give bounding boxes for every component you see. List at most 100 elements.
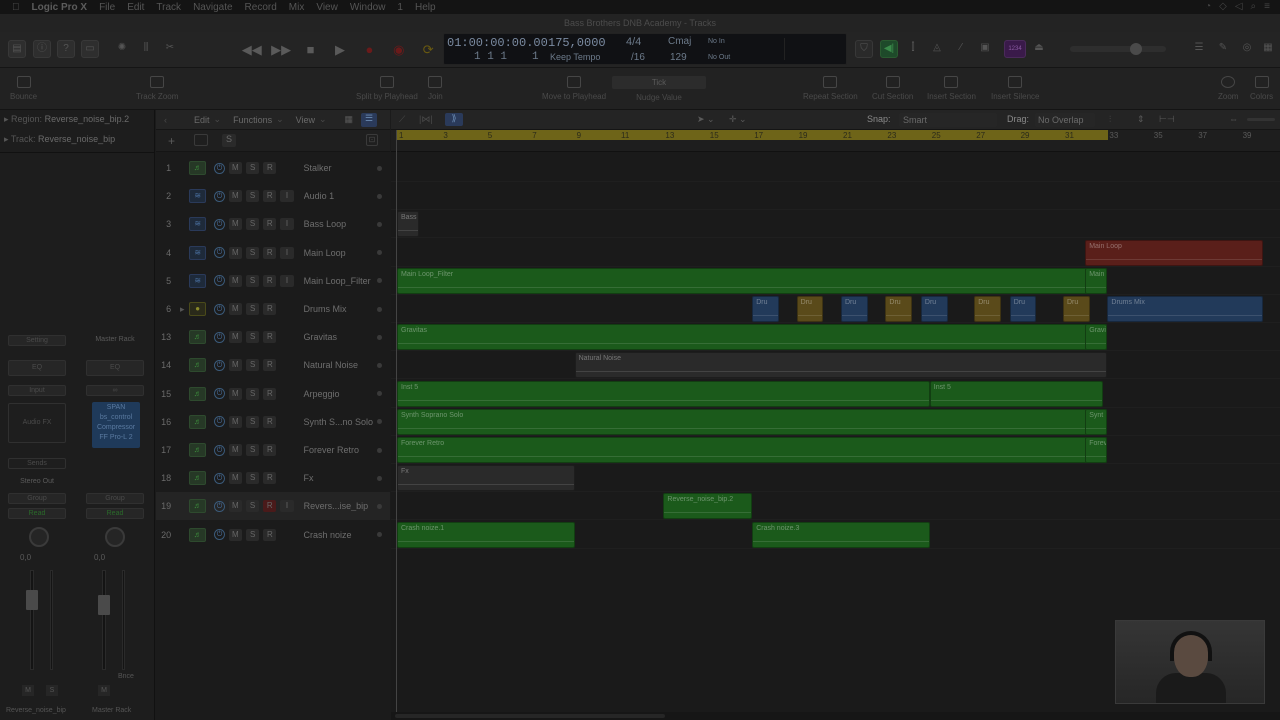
solo-button[interactable]: S: [245, 500, 260, 513]
list-view-icon[interactable]: ☰: [361, 112, 378, 127]
output-button[interactable]: Stereo Out: [8, 477, 66, 488]
record-enable-button[interactable]: R: [263, 472, 277, 485]
pan-knob[interactable]: [29, 527, 49, 547]
setting-button[interactable]: Setting: [8, 335, 66, 346]
region[interactable]: Fx: [397, 465, 575, 492]
track-power-icon[interactable]: ⏻: [214, 388, 225, 400]
master-volume-slider[interactable]: [1070, 43, 1166, 55]
metronome-tick-icon[interactable]: ⏏: [1030, 40, 1048, 58]
plugin-span[interactable]: SPAN: [92, 403, 140, 413]
global-solo-button[interactable]: S: [222, 134, 236, 147]
list-editors-icon[interactable]: ☰: [1190, 40, 1208, 58]
track-name[interactable]: Forever Retro: [303, 445, 377, 455]
solo-button[interactable]: S: [246, 162, 260, 174]
lcd-tempo[interactable]: 175,0000: [548, 36, 606, 50]
track-header[interactable]: 2 ≋ ⏻ M S R I Audio 1: [156, 182, 390, 210]
insert-section-button[interactable]: Insert Section: [927, 76, 976, 101]
mute-button[interactable]: M: [228, 444, 242, 456]
region[interactable]: Dru: [1063, 296, 1090, 322]
disclosure-triangle-icon[interactable]: ▸: [180, 304, 185, 315]
playhead[interactable]: [396, 130, 397, 720]
instrument-icon[interactable]: ♬: [189, 358, 207, 373]
track-name[interactable]: Crash noize: [303, 530, 377, 540]
drag-mode-select[interactable]: No Overlap: [1035, 113, 1095, 127]
automation-icon[interactable]: ⟋: [399, 114, 405, 125]
catch-playhead-icon[interactable]: ⟫: [445, 113, 463, 126]
menu-list-icon[interactable]: ≡: [1264, 1, 1270, 12]
inspector-icon[interactable]: ⓘ: [33, 40, 51, 58]
menu-1[interactable]: 1: [397, 2, 403, 13]
browser-icon[interactable]: ▦: [1260, 40, 1276, 58]
secondary-tool-icon[interactable]: ✛ ⌄: [729, 114, 747, 125]
track-header[interactable]: 15 ♬ ⏻ M S R Arpeggio: [156, 380, 390, 408]
region[interactable]: Dru: [974, 296, 1001, 322]
master-group-button[interactable]: Group: [86, 493, 144, 504]
region[interactable]: Synth Soprano Solo: [397, 408, 1108, 435]
region[interactable]: Synt: [1085, 408, 1108, 435]
pointer-tool-icon[interactable]: ➤ ⌄: [697, 114, 715, 125]
track-lane[interactable]: [391, 182, 1280, 211]
track-lane[interactable]: [391, 492, 1280, 521]
instrument-icon[interactable]: ♬: [189, 443, 207, 457]
track-name[interactable]: Main Loop: [304, 248, 378, 258]
colors-button[interactable]: Colors: [1250, 76, 1273, 101]
input-monitor-button[interactable]: I: [280, 218, 294, 231]
group-button[interactable]: Group: [8, 493, 66, 504]
waveform-icon[interactable]: ≋: [189, 217, 207, 232]
track-power-icon[interactable]: ⏻: [214, 303, 225, 315]
mute-button[interactable]: M: [228, 162, 242, 174]
track-header[interactable]: 3 ≋ ⏻ M S R I Bass Loop: [156, 210, 390, 238]
region[interactable]: Main Loop_Filter: [397, 267, 1108, 294]
solo-button[interactable]: S: [246, 528, 260, 541]
instrument-icon[interactable]: ♬: [189, 471, 207, 486]
solo-button[interactable]: S: [245, 246, 260, 259]
mute-button[interactable]: M: [228, 500, 242, 513]
region[interactable]: Main Loop: [1085, 239, 1263, 266]
volume-fader-cap[interactable]: [26, 590, 38, 610]
region[interactable]: Dru: [796, 296, 824, 322]
track-name[interactable]: Gravitas: [303, 332, 377, 342]
record-enable-button[interactable]: R: [263, 500, 277, 513]
library-icon[interactable]: ▤: [8, 40, 26, 58]
instrument-icon[interactable]: ♬: [189, 414, 207, 429]
count-in-icon[interactable]: ◀|: [880, 40, 898, 58]
lcd-division[interactable]: /16: [631, 52, 645, 63]
app-menu[interactable]: Logic Pro X: [32, 2, 88, 13]
region-inspector-header[interactable]: ▸ Region: Reverse_noise_bip.2: [4, 114, 129, 125]
solo-icon[interactable]: ⁄: [952, 40, 970, 58]
solo-button[interactable]: S: [245, 218, 260, 231]
track-power-icon[interactable]: ⏻: [214, 416, 225, 428]
record-enable-button[interactable]: R: [263, 415, 277, 428]
note-pad-icon[interactable]: ✎: [1214, 40, 1232, 58]
track-power-icon[interactable]: ⏻: [214, 162, 225, 174]
region[interactable]: Inst 5: [397, 380, 930, 407]
move-to-playhead-button[interactable]: Move to Playhead: [542, 76, 606, 101]
region[interactable]: Dru: [752, 296, 779, 322]
sends-slot[interactable]: Sends: [8, 458, 66, 469]
record-enable-button[interactable]: R: [263, 387, 277, 400]
solo-button[interactable]: S: [246, 444, 260, 456]
track-name[interactable]: Stalker: [303, 163, 377, 173]
bounce-button-strip[interactable]: Bnce: [118, 673, 134, 680]
track-name[interactable]: Bass Loop: [304, 219, 378, 229]
master-fader-track[interactable]: [102, 570, 106, 670]
horizontal-scrollbar[interactable]: [391, 712, 1280, 720]
record-enable-button[interactable]: R: [263, 528, 277, 541]
join-button[interactable]: Join: [428, 76, 443, 101]
scroll-thumb[interactable]: [395, 714, 665, 718]
input-button[interactable]: Input: [8, 385, 66, 396]
menu-mix[interactable]: Mix: [289, 2, 305, 13]
menu-file[interactable]: File: [99, 2, 115, 13]
mute-button[interactable]: M: [228, 331, 242, 344]
zoom-slider[interactable]: [1247, 118, 1275, 121]
waveform-icon[interactable]: ≋: [189, 273, 207, 288]
track-header[interactable]: 19 ♬ ⏻ M S R I Revers...ise_bip: [156, 492, 390, 521]
solo-button[interactable]: S: [246, 472, 260, 485]
record-enable-button[interactable]: R: [263, 190, 277, 203]
track-power-icon[interactable]: ⏻: [214, 331, 225, 343]
menu-record[interactable]: Record: [245, 2, 277, 13]
mute-button[interactable]: M: [228, 190, 242, 203]
region[interactable]: Main: [1085, 267, 1108, 294]
track-power-icon[interactable]: ⏻: [214, 529, 225, 541]
bounce-button[interactable]: Bounce: [10, 76, 37, 101]
